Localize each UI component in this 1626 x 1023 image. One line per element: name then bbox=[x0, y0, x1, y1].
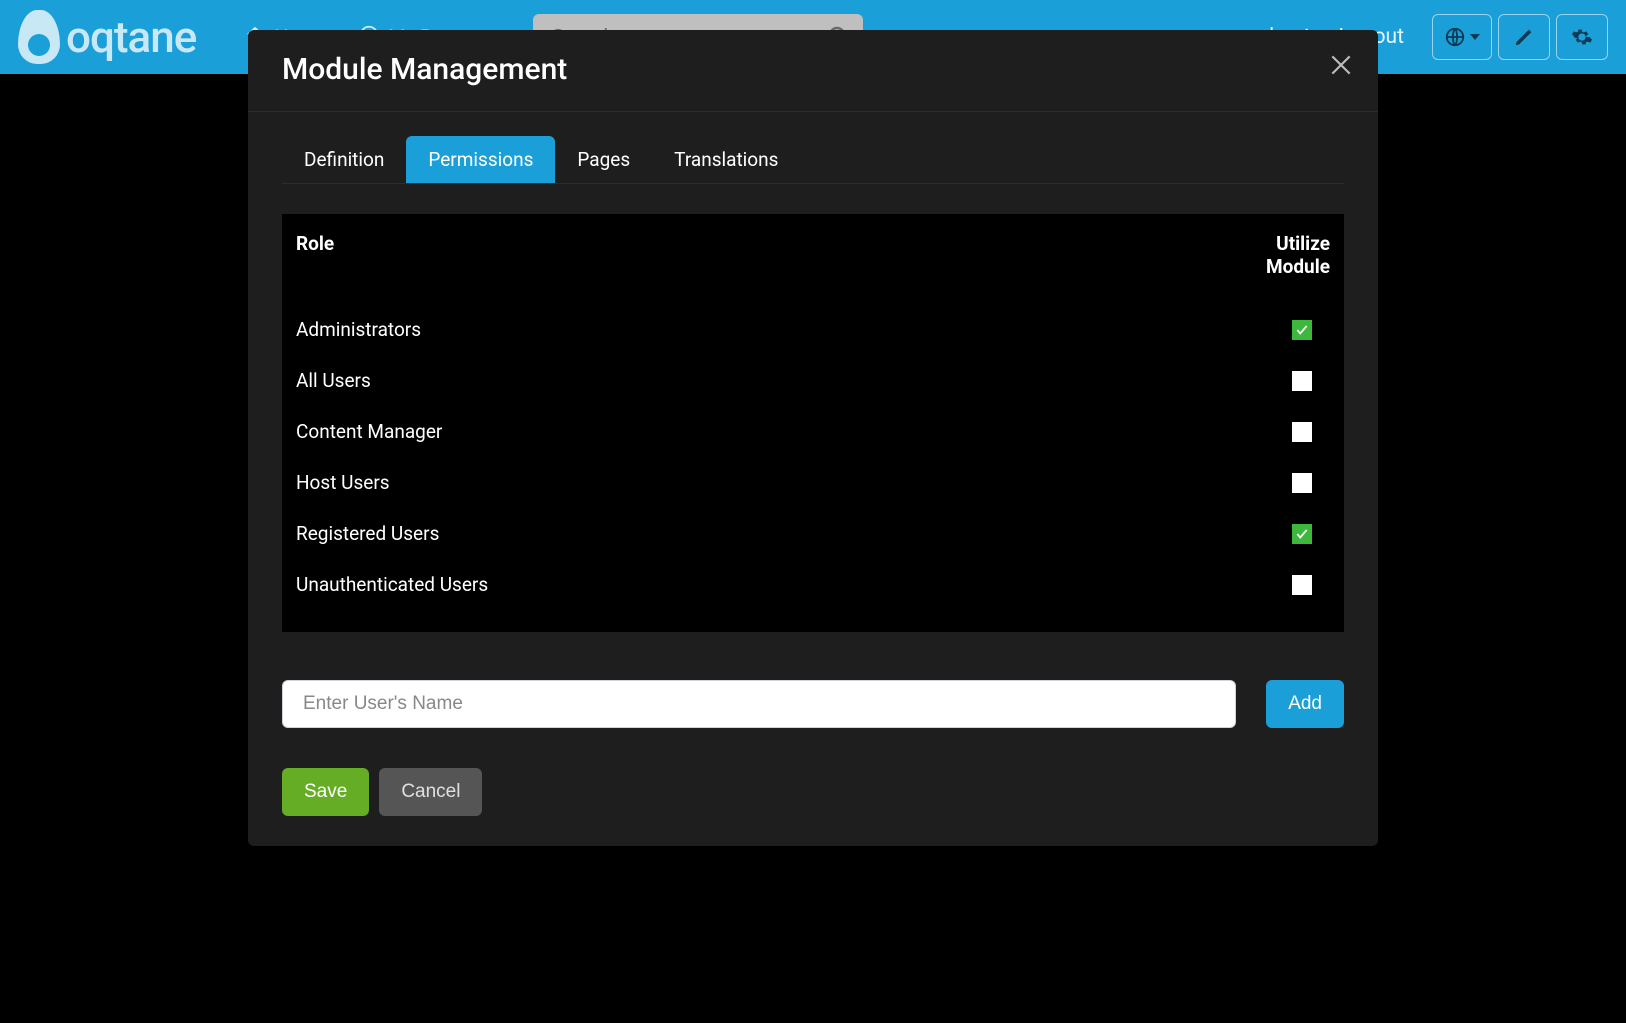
column-utilize: Utilize Module bbox=[1240, 232, 1330, 278]
permissions-header-row: Role Utilize Module bbox=[296, 232, 1330, 278]
utilize-checkbox[interactable] bbox=[1292, 371, 1312, 391]
permissions-table: Role Utilize Module Administrators All Us… bbox=[282, 214, 1344, 632]
user-name-input[interactable] bbox=[282, 680, 1236, 728]
save-button[interactable]: Save bbox=[282, 768, 369, 816]
module-management-modal: Module Management Definition Permissions… bbox=[248, 30, 1378, 846]
table-row: Unauthenticated Users bbox=[296, 559, 1330, 610]
table-row: All Users bbox=[296, 355, 1330, 406]
tab-translations[interactable]: Translations bbox=[652, 136, 800, 183]
column-role: Role bbox=[296, 232, 334, 255]
role-cell: Administrators bbox=[296, 318, 421, 341]
role-cell: Host Users bbox=[296, 471, 390, 494]
role-cell: All Users bbox=[296, 369, 371, 392]
close-button[interactable] bbox=[1328, 52, 1354, 78]
tab-permissions[interactable]: Permissions bbox=[406, 136, 555, 183]
utilize-checkbox[interactable] bbox=[1292, 422, 1312, 442]
utilize-checkbox[interactable] bbox=[1292, 473, 1312, 493]
close-icon bbox=[1328, 52, 1354, 78]
tab-list: Definition Permissions Pages Translation… bbox=[282, 136, 1344, 184]
utilize-checkbox[interactable] bbox=[1292, 524, 1312, 544]
role-cell: Registered Users bbox=[296, 522, 439, 545]
role-cell: Content Manager bbox=[296, 420, 442, 443]
role-cell: Unauthenticated Users bbox=[296, 573, 488, 596]
table-row: Content Manager bbox=[296, 406, 1330, 457]
table-row: Host Users bbox=[296, 457, 1330, 508]
modal-title: Module Management bbox=[282, 52, 1344, 87]
tab-pages[interactable]: Pages bbox=[555, 136, 652, 183]
modal-actions: Save Cancel bbox=[282, 768, 1344, 816]
divider bbox=[248, 111, 1378, 112]
modal-backdrop: Module Management Definition Permissions… bbox=[0, 0, 1626, 1023]
table-row: Registered Users bbox=[296, 508, 1330, 559]
table-row: Administrators bbox=[296, 304, 1330, 355]
add-user-row: Add bbox=[282, 680, 1344, 728]
tab-definition[interactable]: Definition bbox=[282, 136, 406, 183]
cancel-button[interactable]: Cancel bbox=[379, 768, 482, 816]
add-button[interactable]: Add bbox=[1266, 680, 1344, 728]
utilize-checkbox[interactable] bbox=[1292, 320, 1312, 340]
utilize-checkbox[interactable] bbox=[1292, 575, 1312, 595]
